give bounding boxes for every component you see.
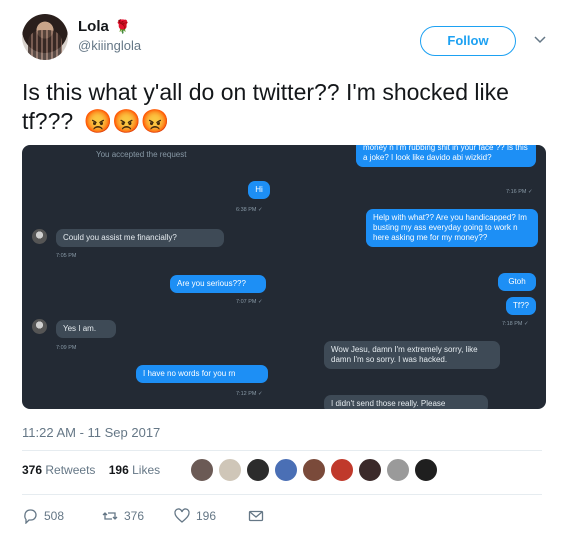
dm-meta: 7:07 PM ✓ (236, 299, 263, 305)
follow-button[interactable]: Follow (420, 26, 516, 56)
direct-message-button[interactable] (248, 508, 264, 524)
rose-icon: 🌹 (114, 19, 132, 34)
like-button[interactable]: 196 (174, 508, 216, 524)
liker-avatar[interactable] (246, 458, 270, 482)
tweet-text: Is this what y'all do on twitter?? I'm s… (22, 78, 542, 136)
liker-avatar[interactable] (330, 458, 354, 482)
divider (22, 494, 542, 495)
dm-bubble-wow: Wow Jesu, damn I'm extremely sorry, like… (324, 341, 500, 369)
liker-avatar[interactable] (218, 458, 242, 482)
likes-count: 196 (108, 463, 129, 477)
retweet-button[interactable]: 376 (102, 508, 144, 524)
retweet-icon (102, 512, 118, 520)
dm-bubble-assist: Could you assist me financially? (56, 229, 224, 247)
likes-stat[interactable]: 196 Likes (109, 463, 160, 477)
dm-meta: 7:09 PM (56, 345, 77, 351)
liker-avatar[interactable] (358, 458, 382, 482)
retweet-count: 376 (124, 509, 145, 523)
dm-bubble-help: Help with what?? Are you handicapped? Im… (366, 209, 538, 247)
dm-avatar (32, 229, 47, 244)
tweet-timestamp[interactable]: 11:22 AM - 11 Sep 2017 (22, 425, 160, 440)
chevron-down-icon[interactable] (534, 32, 546, 47)
likes-label: Likes (132, 463, 161, 477)
reply-count: 508 (44, 509, 65, 523)
dm-bubble-tf: Tf?? (506, 297, 536, 315)
dm-bubble-gtoh: Gtoh (498, 273, 536, 291)
retweets-stat[interactable]: 376 Retweets (22, 463, 95, 477)
reply-icon (24, 509, 37, 524)
dm-avatar (32, 319, 47, 334)
display-name[interactable]: Lola 🌹 (78, 18, 131, 35)
tweet-stats: 376 Retweets 196 Likes (22, 463, 160, 477)
dm-bubble-yes: Yes I am. (56, 320, 116, 338)
dm-bubble-serious: Are you serious??? (170, 275, 266, 293)
dm-bubble-top: money n I'm rubbing shit in your face ??… (356, 145, 536, 167)
dm-screenshot-image[interactable]: You accepted the request Hi 6:38 PM ✓ Co… (22, 145, 546, 409)
dm-bubble-didnt: I didn't send those really. Please (324, 395, 488, 409)
dm-meta: 7:12 PM ✓ (236, 391, 263, 397)
angry-face-icon: 😡😡😡 (83, 108, 170, 134)
reply-button[interactable]: 508 (22, 508, 64, 524)
liker-avatar[interactable] (274, 458, 298, 482)
display-name-text[interactable]: Lola (78, 18, 109, 35)
dm-meta: 7:16 PM ✓ (506, 189, 533, 195)
like-count: 196 (196, 509, 217, 523)
liker-avatar[interactable] (302, 458, 326, 482)
tweet-header: Lola 🌹 @kiiinglola Follow (22, 14, 546, 64)
retweets-count: 376 (22, 463, 43, 477)
liker-avatar[interactable] (190, 458, 214, 482)
heart-icon (174, 508, 190, 523)
liker-avatar[interactable] (414, 458, 438, 482)
dm-meta: 7:05 PM (56, 253, 77, 259)
liker-avatar[interactable] (386, 458, 410, 482)
dm-bubble-nowords: I have no words for you rn (136, 365, 268, 383)
accepted-request-text: You accepted the request (96, 150, 187, 159)
user-handle[interactable]: @kiiinglola (78, 38, 141, 53)
dm-bubble-hi: Hi (248, 181, 270, 199)
dm-meta: 6:38 PM ✓ (236, 207, 263, 213)
tweet-actions: 508 376 196 (22, 508, 542, 526)
envelope-icon (248, 510, 264, 522)
retweets-label: Retweets (45, 463, 96, 477)
divider (22, 450, 542, 451)
dm-meta: 7:18 PM ✓ (502, 321, 529, 327)
avatar[interactable] (22, 14, 68, 60)
